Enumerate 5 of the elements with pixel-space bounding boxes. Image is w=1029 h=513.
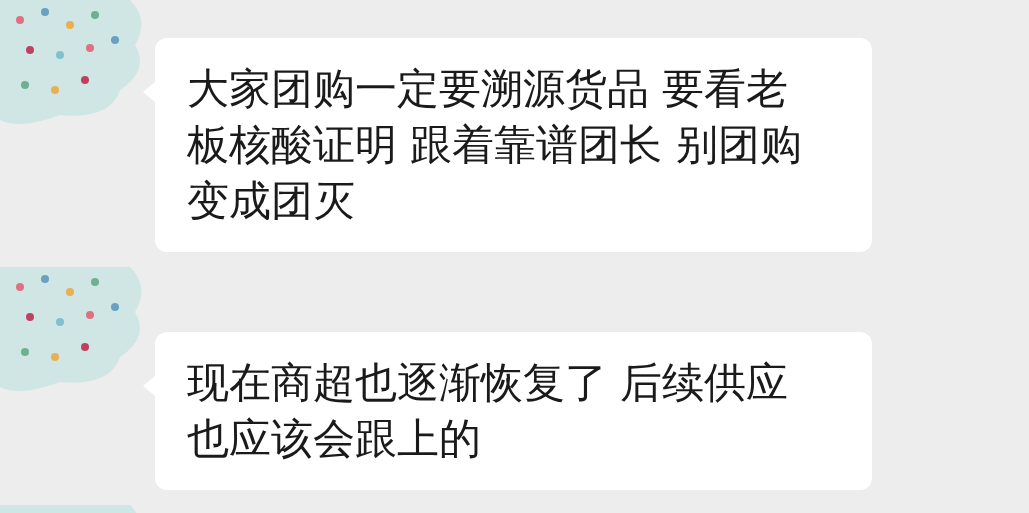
- message-text: 大家团购一定要溯源货品 要看老: [187, 63, 790, 115]
- message-text: 变成团灭: [187, 175, 356, 227]
- message-text: 板核酸证明 跟着靠谱团长 别团购: [187, 119, 803, 171]
- message-text: 现在商超也逐渐恢复了 后续供应: [187, 357, 790, 409]
- message-text: 也应该会跟上的: [187, 413, 482, 465]
